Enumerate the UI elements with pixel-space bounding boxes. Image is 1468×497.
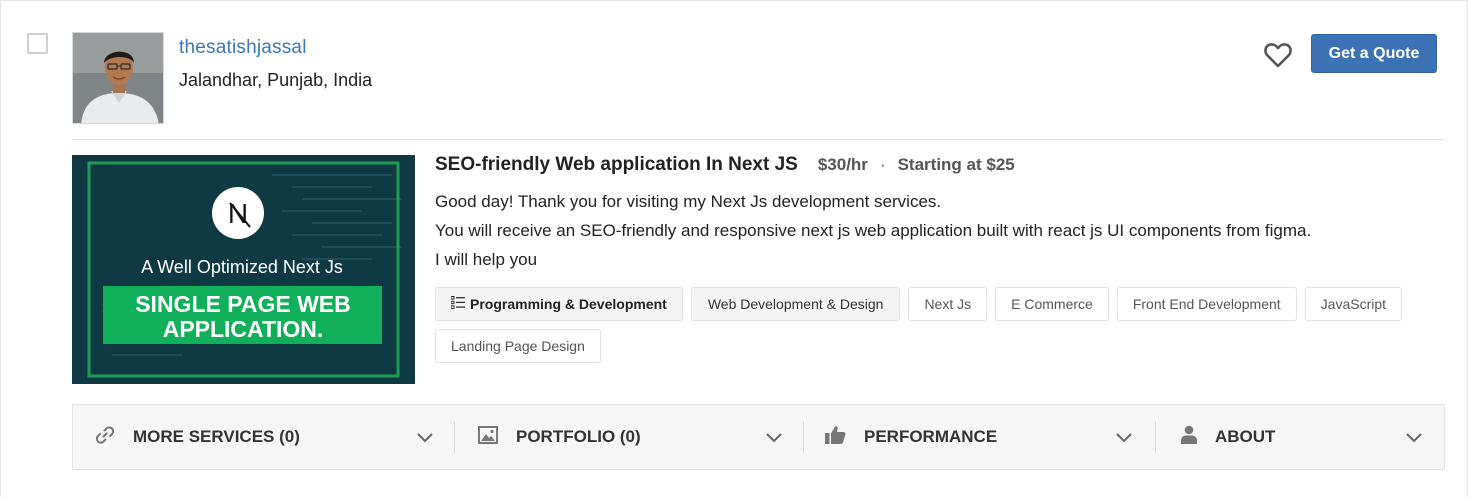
separator-dot: ·	[879, 155, 886, 174]
section-divider	[1155, 421, 1156, 453]
section-divider	[454, 421, 455, 453]
section-divider	[803, 421, 804, 453]
performance-toggle[interactable]: PERFORMANCE	[825, 405, 1135, 469]
tag-skill[interactable]: Front End Development	[1116, 287, 1297, 321]
divider	[72, 139, 1445, 140]
heart-outline-icon[interactable]	[1263, 41, 1293, 69]
about-toggle[interactable]: ABOUT	[1181, 405, 1431, 469]
avatar[interactable]	[72, 32, 164, 124]
select-checkbox[interactable]	[27, 33, 48, 54]
tag-subcategory[interactable]: Web Development & Design	[690, 287, 901, 321]
user-icon	[1181, 425, 1197, 449]
tag-skill[interactable]: JavaScript	[1304, 287, 1403, 321]
chevron-down-icon	[1115, 428, 1133, 451]
description-line: Good day! Thank you for visiting my Next…	[435, 192, 942, 211]
starting-price: Starting at $25	[897, 155, 1015, 174]
tag-label: Programming & Development	[470, 296, 667, 312]
chevron-down-icon	[1405, 428, 1423, 451]
get-quote-button[interactable]: Get a Quote	[1311, 34, 1437, 73]
about-label: ABOUT	[1215, 427, 1276, 446]
thumbnail-tagline: A Well Optimized Next Js	[141, 257, 343, 277]
service-thumbnail[interactable]: N A Well Optimized Next Js SINGLE PAGE W…	[72, 155, 415, 384]
thumbnail-banner-line1: SINGLE PAGE WEB	[135, 291, 351, 317]
image-icon	[478, 425, 498, 449]
performance-label: PERFORMANCE	[864, 427, 998, 446]
tag-category[interactable]: Programming & Development	[435, 287, 683, 321]
more-services-toggle[interactable]: MORE SERVICES (0)	[95, 405, 435, 469]
chevron-down-icon	[765, 428, 783, 451]
more-services-label: MORE SERVICES (0)	[133, 427, 300, 446]
chevron-down-icon	[416, 428, 434, 451]
thumbs-up-icon	[825, 425, 846, 449]
service-title[interactable]: SEO-friendly Web application In Next JS	[435, 154, 798, 176]
description-line: You will receive an SEO-friendly and res…	[435, 221, 1312, 240]
tag-skill[interactable]: Next Js	[908, 287, 988, 321]
portfolio-label: PORTFOLIO (0)	[516, 427, 641, 446]
thumbnail-banner-line2: APPLICATION.	[163, 316, 324, 342]
avatar-photo	[73, 33, 163, 123]
thumbnail-graphic: N A Well Optimized Next Js SINGLE PAGE W…	[72, 155, 415, 384]
service-header: SEO-friendly Web application In Next JS …	[435, 154, 1015, 176]
list-icon	[450, 296, 465, 312]
description-line: I will help you	[435, 250, 538, 269]
service-description: Good day! Thank you for visiting my Next…	[435, 187, 1435, 274]
tag-list: Programming & Development Web Developmen…	[435, 287, 1435, 363]
hourly-rate: $30/hr	[817, 155, 868, 174]
portfolio-toggle[interactable]: PORTFOLIO (0)	[478, 405, 783, 469]
seller-card: thesatishjassal Jalandhar, Punjab, India…	[0, 0, 1468, 497]
link-icon	[95, 425, 115, 450]
tag-skill[interactable]: Landing Page Design	[435, 329, 601, 363]
tag-skill[interactable]: E Commerce	[995, 287, 1109, 321]
seller-location: Jalandhar, Punjab, India	[179, 70, 373, 90]
details-bar: MORE SERVICES (0) PORTFOLIO (0) PERFORMA…	[72, 404, 1445, 470]
seller-username[interactable]: thesatishjassal	[179, 37, 307, 59]
